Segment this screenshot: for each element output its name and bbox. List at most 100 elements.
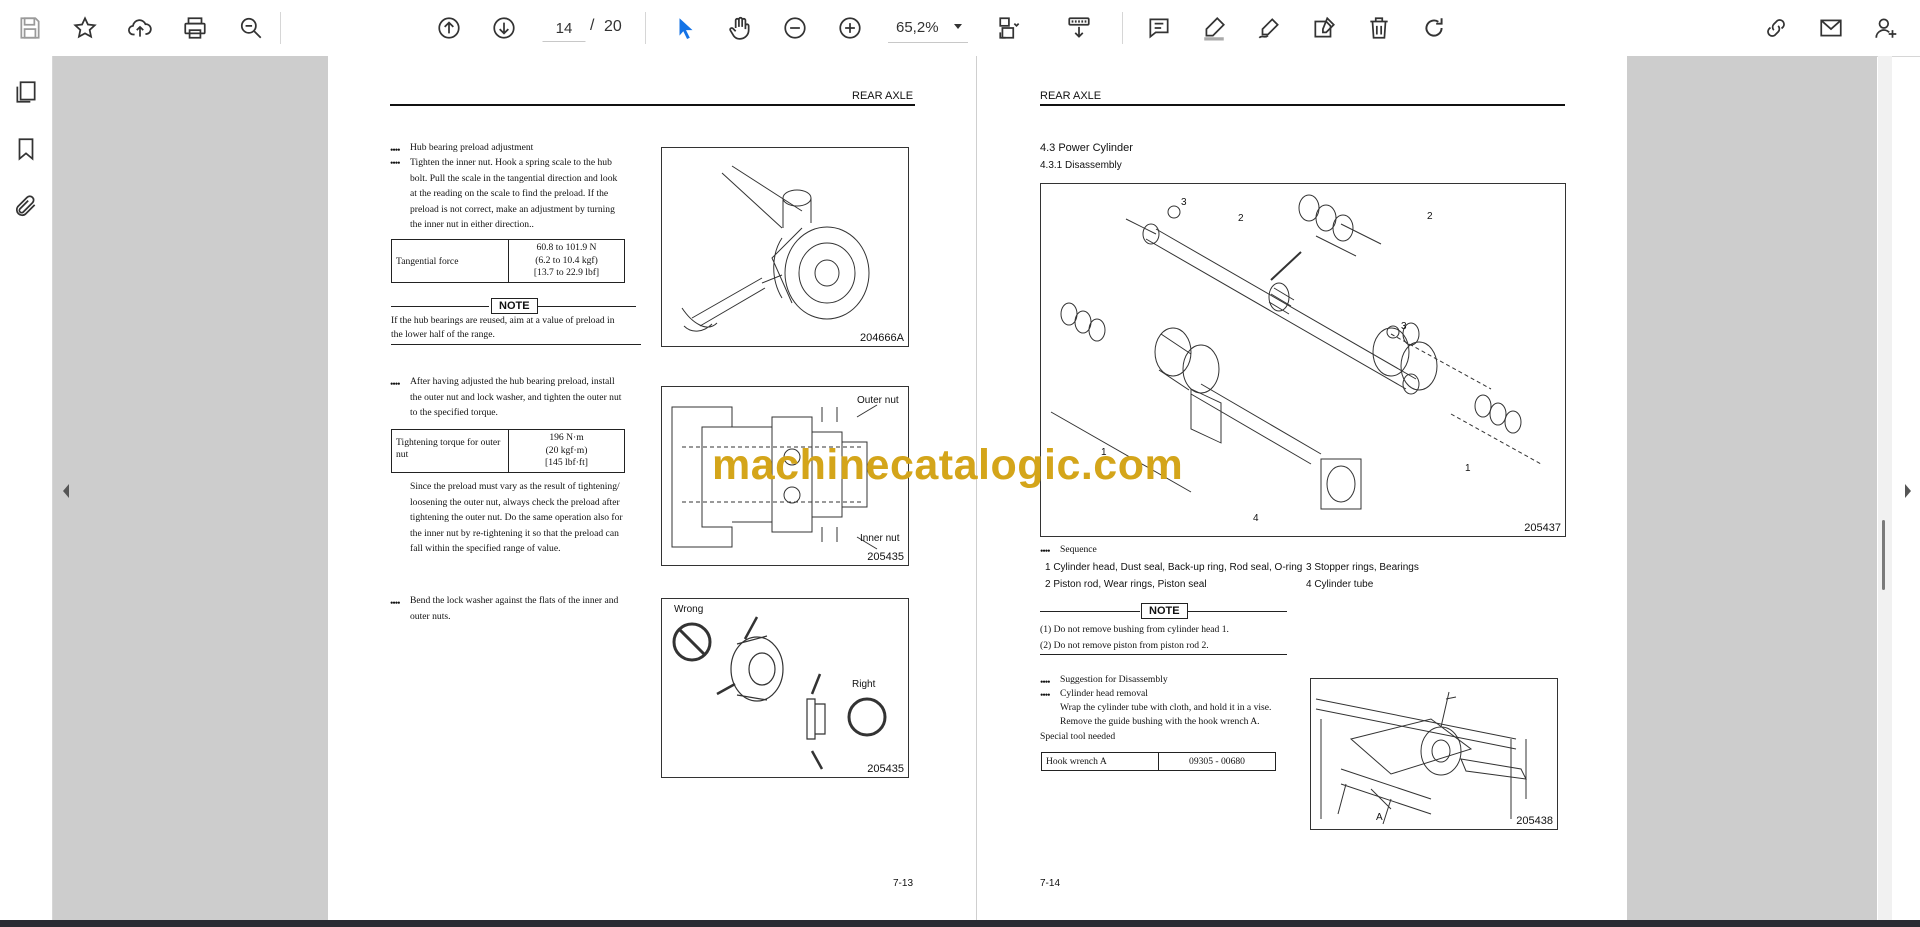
spec-value-line: (6.2 to 10.4 kgf) [535, 254, 598, 266]
next-page-icon[interactable] [486, 10, 522, 46]
zoom-out-icon[interactable] [777, 10, 813, 46]
bookmark-icon[interactable] [10, 133, 42, 165]
page-fit-icon[interactable] [992, 10, 1028, 46]
text-line: Since the preload must vary as the resul… [410, 481, 620, 492]
figure-callout: 1 [1465, 463, 1471, 474]
upload-cloud-icon[interactable] [122, 10, 158, 46]
spec-label-line: Tightening torque for outer [396, 437, 501, 448]
toolbar-divider [1122, 12, 1123, 44]
scrollbar-thumb[interactable] [1882, 520, 1885, 590]
previous-page-icon[interactable] [431, 10, 467, 46]
text-line: bolt. Pull the scale in the tangential d… [410, 172, 618, 184]
text-line: outer nuts. [410, 610, 451, 622]
figure-label: Right [852, 679, 876, 690]
spec-table: Tightening torque for outer nut 196 N·m … [391, 429, 625, 473]
toolbar: / 20 65,2% [0, 0, 1920, 57]
sequence-item: 4 Cylinder tube [1306, 579, 1374, 590]
bullet-marker: •••• [1040, 546, 1050, 557]
spec-label-line: nut [396, 449, 409, 460]
select-cursor-icon[interactable] [668, 10, 704, 46]
figure-id: 205435 [867, 551, 904, 563]
zoom-value: 65,2% [896, 19, 939, 36]
toolbar-divider [645, 12, 646, 44]
star-icon[interactable] [67, 10, 103, 46]
figure-callout: 4 [1253, 513, 1259, 524]
bullet-marker: •••• [390, 379, 400, 390]
stamp-edit-icon[interactable] [1306, 10, 1342, 46]
figure-label: Inner nut [860, 533, 900, 544]
text-line: Bend the lock washer against the flats o… [410, 595, 619, 606]
text-line: the inner nut by re-tightening it so tha… [410, 527, 619, 539]
text-line: tightening the outer nut. Do the same op… [410, 512, 623, 524]
page-thumbnails-icon[interactable] [10, 76, 42, 108]
add-user-icon[interactable] [1868, 10, 1904, 46]
spec-value-line: (20 kgf·m) [545, 444, 588, 456]
text-line: the inner nut in either direction.. [410, 219, 534, 231]
spec-label: Tangential force [396, 255, 459, 267]
hand-pan-icon[interactable] [722, 10, 758, 46]
delete-trash-icon[interactable] [1361, 10, 1397, 46]
spec-value-line: [145 lbf·ft] [545, 457, 588, 468]
figure-callout: 2 [1427, 211, 1433, 222]
page-number-input[interactable] [542, 14, 586, 42]
spec-value-line: 60.8 to 101.9 N [536, 242, 597, 253]
sequence-item: 2 Piston rod, Wear rings, Piston seal [1045, 579, 1207, 590]
note-text: If the hub bearings are reused, aim at a… [391, 314, 641, 341]
page-number: 7-14 [1040, 878, 1061, 889]
figure-label: Wrong [674, 604, 704, 615]
tool-table: Hook wrench A 09305 - 00680 [1041, 752, 1276, 771]
section-heading: 4.3 Power Cylinder [1040, 142, 1133, 154]
step-text: After having adjusted the hub bearing pr… [410, 374, 635, 421]
page-header: REAR AXLE [852, 90, 914, 102]
chevron-down-icon [954, 24, 962, 29]
text-line: at the reading on the scale to find the … [410, 188, 609, 200]
spec-value: 60.8 to 101.9 N (6.2 to 10.4 kgf) [13.7 … [509, 242, 624, 280]
toolbar-divider [280, 12, 281, 44]
vertical-scrollbar[interactable] [1878, 56, 1892, 920]
bullet-marker: •••• [1040, 690, 1050, 701]
zoom-in-icon[interactable] [832, 10, 868, 46]
note-rule [1187, 611, 1287, 612]
save-icon[interactable] [12, 10, 48, 46]
text-line: Tighten the inner nut. Hook a spring sca… [410, 157, 612, 168]
paragraph-text: Since the preload must vary as the resul… [410, 479, 635, 557]
text-line: fall within the specified range of value… [410, 543, 561, 555]
attachment-paperclip-icon[interactable] [10, 190, 42, 222]
comment-icon[interactable] [1141, 10, 1177, 46]
figure-label: Outer nut [857, 395, 899, 406]
scroll-mode-icon[interactable] [1061, 10, 1097, 46]
highlight-pen-icon[interactable] [1196, 10, 1232, 46]
bullet-marker: •••• [1040, 677, 1050, 688]
zoom-search-icon[interactable] [233, 10, 269, 46]
vise-drawing [1315, 691, 1527, 825]
note-label: NOTE [1141, 603, 1188, 619]
header-rule [1040, 104, 1565, 106]
figure-id: 205437 [1524, 522, 1561, 534]
header-rule [390, 104, 915, 106]
text-line: After having adjusted the hub bearing pr… [410, 376, 615, 387]
redo-icon[interactable] [1416, 10, 1452, 46]
note-item: (1) Do not remove bushing from cylinder … [1040, 624, 1229, 635]
step-title: Cylinder head removal [1060, 688, 1148, 699]
figure-callout: 3 [1401, 321, 1407, 332]
print-icon[interactable] [177, 10, 213, 46]
collapse-left-panel-icon[interactable] [60, 482, 72, 500]
note-rule [538, 306, 636, 307]
step-text: Tighten the inner nut. Hook a spring sca… [410, 155, 635, 233]
text-line: the outer nut and lock washer, and tight… [410, 391, 622, 403]
text-line: the lower half of the range. [391, 328, 495, 340]
special-tool-label: Special tool needed [1040, 731, 1116, 742]
collapse-right-panel-icon[interactable] [1902, 482, 1914, 500]
figure-lock-washer: Wrong Right 205435 [661, 598, 909, 778]
note-item: (2) Do not remove piston from piston rod… [1040, 640, 1209, 651]
draw-pen-icon[interactable] [1251, 10, 1287, 46]
step-title: Hub bearing preload adjustment [410, 142, 534, 153]
page-number: 7-13 [893, 878, 914, 889]
figure-id: 205435 [867, 763, 904, 775]
link-tools-icon[interactable] [1758, 10, 1794, 46]
email-icon[interactable] [1813, 10, 1849, 46]
spec-table: Tangential force 60.8 to 101.9 N (6.2 to… [391, 239, 625, 283]
text-line: If the hub bearings are reused, aim at a… [391, 315, 615, 326]
zoom-dropdown[interactable]: 65,2% [888, 12, 968, 43]
figure-id: 204666A [859, 332, 904, 344]
